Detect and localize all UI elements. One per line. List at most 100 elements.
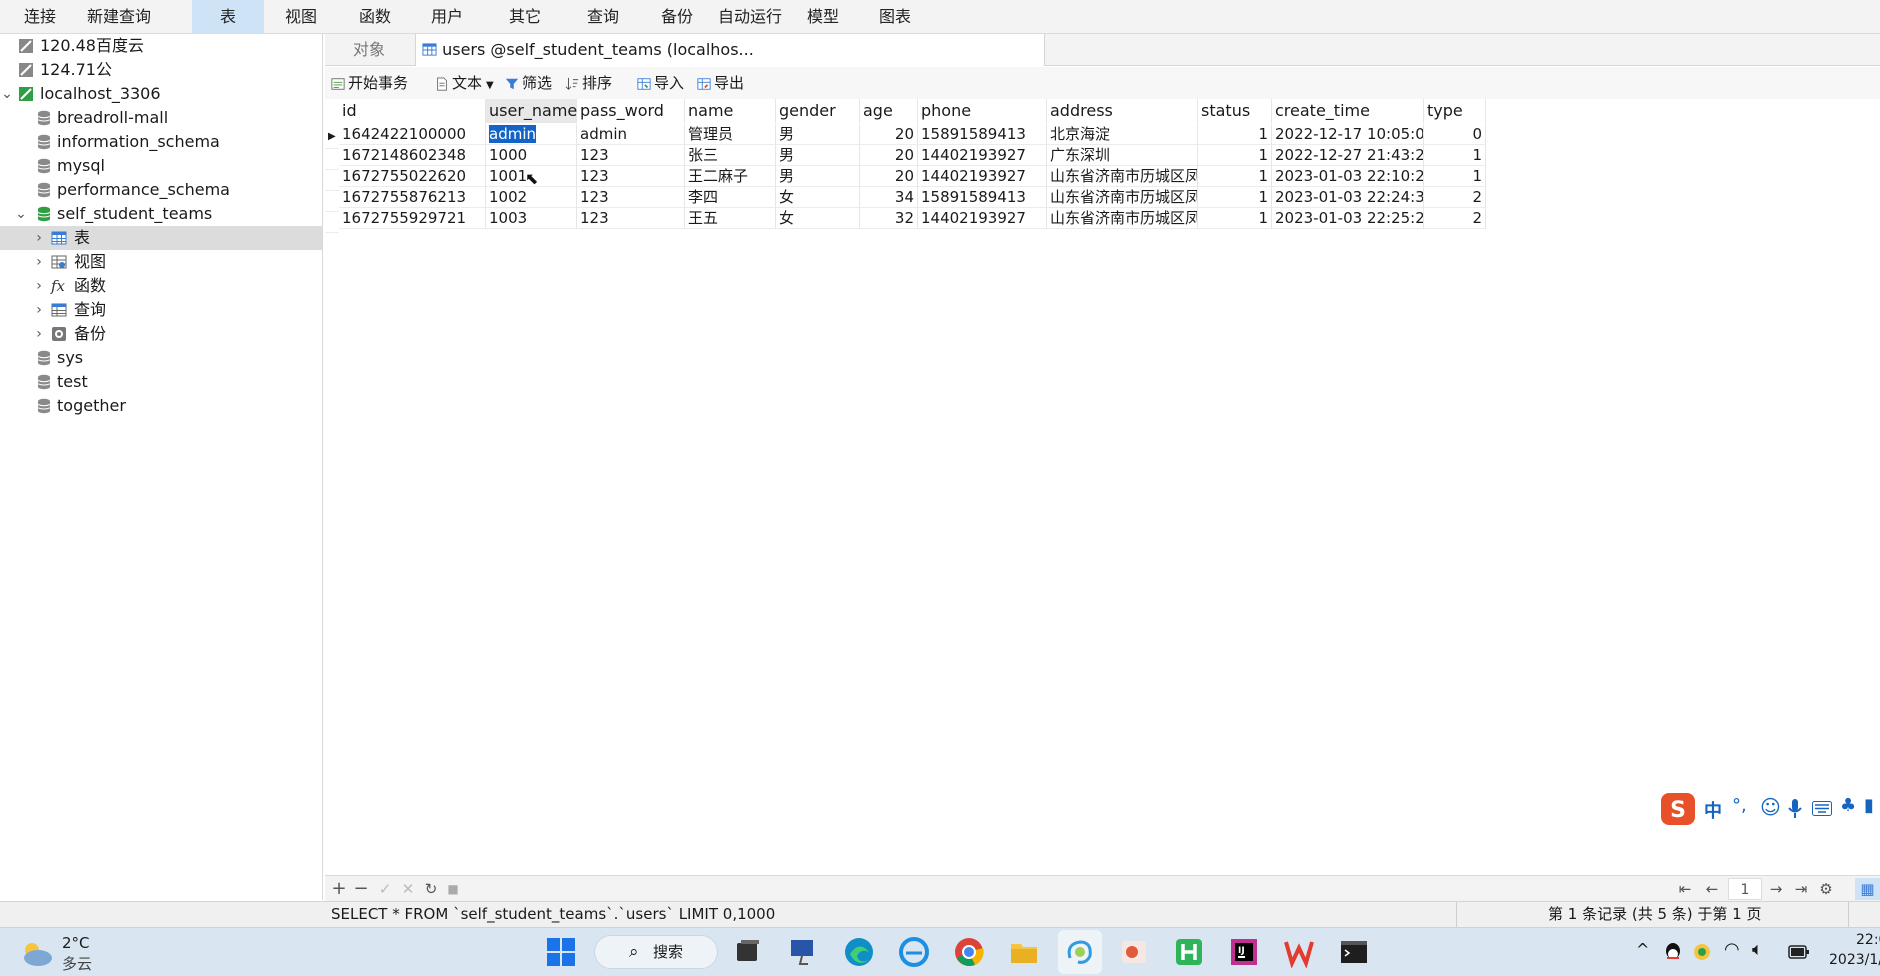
- cell-create-time[interactable]: 2023-01-03 22:25:29: [1272, 208, 1424, 229]
- cell-phone[interactable]: 14402193927: [918, 166, 1047, 187]
- cell-phone[interactable]: 14402193927: [918, 145, 1047, 166]
- column-header-pass-word[interactable]: pass_word: [577, 99, 685, 123]
- column-header-status[interactable]: status: [1198, 99, 1272, 123]
- cell-id[interactable]: 1672755022620: [339, 166, 486, 187]
- tree-db-mysql[interactable]: mysql: [0, 154, 322, 178]
- next-page-icon[interactable]: →: [1766, 878, 1786, 900]
- task-view-icon[interactable]: [732, 936, 764, 968]
- menu-functions[interactable]: 函数: [350, 0, 400, 33]
- cell-create-time[interactable]: 2022-12-17 10:05:00: [1272, 124, 1424, 145]
- cell-id[interactable]: 1672148602348: [339, 145, 486, 166]
- tree-db-performance-schema[interactable]: performance_schema: [0, 178, 322, 202]
- apply-changes-button[interactable]: ✓: [375, 878, 395, 900]
- page-number-field[interactable]: 1: [1728, 878, 1762, 900]
- cell-user-name[interactable]: 1002: [486, 187, 577, 208]
- cell-create-time[interactable]: 2023-01-03 22:24:36: [1272, 187, 1424, 208]
- cell-phone[interactable]: 15891589413: [918, 187, 1047, 208]
- tree-db-together[interactable]: together: [0, 394, 322, 418]
- menu-tables[interactable]: 表: [192, 0, 264, 33]
- cell-address[interactable]: 山东省济南市历城区凤: [1047, 187, 1198, 208]
- column-header-age[interactable]: age: [860, 99, 918, 123]
- wifi-icon[interactable]: ◠: [1724, 939, 1740, 960]
- hbuilder-icon[interactable]: [1173, 936, 1205, 968]
- taskbar-search[interactable]: ⌕ 搜索: [594, 935, 718, 969]
- cell-gender[interactable]: 男: [776, 145, 860, 166]
- ie-browser-icon[interactable]: [898, 936, 930, 968]
- cell-type[interactable]: 1: [1424, 145, 1486, 166]
- cell-phone[interactable]: 14402193927: [918, 208, 1047, 229]
- first-page-icon[interactable]: ⇤: [1675, 878, 1695, 900]
- tree-db-test[interactable]: test: [0, 370, 322, 394]
- column-header-id[interactable]: id: [339, 99, 486, 123]
- tree-db-information-schema[interactable]: information_schema: [0, 130, 322, 154]
- tree-node-backups[interactable]: › 备份: [0, 322, 322, 346]
- column-header-gender[interactable]: gender: [776, 99, 860, 123]
- cell-pass-word[interactable]: 123: [577, 166, 685, 187]
- tab-users-table[interactable]: users @self_student_teams (localhos...: [415, 34, 1045, 66]
- previous-page-icon[interactable]: ←: [1702, 878, 1722, 900]
- windows-start-icon[interactable]: [545, 936, 577, 968]
- cell-type[interactable]: 1: [1424, 166, 1486, 187]
- cell-user-name[interactable]: 1000: [486, 145, 577, 166]
- cell-create-time[interactable]: 2022-12-27 21:43:22: [1272, 145, 1424, 166]
- chevron-right-icon[interactable]: ›: [32, 274, 46, 298]
- cell-id[interactable]: 1672755876213: [339, 187, 486, 208]
- column-header-phone[interactable]: phone: [918, 99, 1047, 123]
- menu-users[interactable]: 用户: [422, 0, 472, 33]
- keyboard-icon[interactable]: [1812, 801, 1832, 816]
- refresh-button[interactable]: ↻: [421, 878, 441, 900]
- tree-connection-124[interactable]: 124.71公: [0, 58, 322, 82]
- cell-user-name[interactable]: admin: [486, 124, 577, 145]
- cell-type[interactable]: 2: [1424, 208, 1486, 229]
- menu-connect[interactable]: 连接: [16, 0, 64, 33]
- import-button[interactable]: 导入: [637, 72, 684, 94]
- column-header-create-time[interactable]: create_time: [1272, 99, 1424, 123]
- cell-name[interactable]: 管理员: [685, 124, 776, 145]
- cell-address[interactable]: 山东省济南市历城区凤: [1047, 208, 1198, 229]
- cell-gender[interactable]: 女: [776, 208, 860, 229]
- cell-pass-word[interactable]: 123: [577, 145, 685, 166]
- chrome-browser-icon[interactable]: [953, 936, 985, 968]
- tree-db-breadroll-mall[interactable]: breadroll-mall: [0, 106, 322, 130]
- terminal-icon[interactable]: [1338, 936, 1370, 968]
- column-header-type[interactable]: type: [1424, 99, 1486, 123]
- cell-name[interactable]: 张三: [685, 145, 776, 166]
- cell-age[interactable]: 20: [860, 166, 918, 187]
- menu-automation[interactable]: 自动运行: [716, 0, 784, 33]
- cell-type[interactable]: 0: [1424, 124, 1486, 145]
- text-view-button[interactable]: 文本 ▼: [435, 72, 494, 94]
- cell-status[interactable]: 1: [1198, 124, 1272, 145]
- chevron-right-icon[interactable]: ›: [32, 298, 46, 322]
- cell-status[interactable]: 1: [1198, 166, 1272, 187]
- tree-db-sys[interactable]: sys: [0, 346, 322, 370]
- menu-charts[interactable]: 图表: [870, 0, 920, 33]
- chevron-down-icon[interactable]: ⌄: [14, 202, 28, 226]
- powerpoint-icon[interactable]: [1118, 936, 1150, 968]
- cell-name[interactable]: 李四: [685, 187, 776, 208]
- chevron-up-icon[interactable]: ^: [1636, 940, 1649, 959]
- stop-button[interactable]: ■: [443, 878, 463, 900]
- navicat-icon[interactable]: [1064, 936, 1096, 968]
- grid-view-icon[interactable]: ▦: [1855, 878, 1880, 900]
- cell-gender[interactable]: 女: [776, 187, 860, 208]
- intellij-idea-icon[interactable]: IJ: [1228, 936, 1260, 968]
- cell-status[interactable]: 1: [1198, 145, 1272, 166]
- menu-new-query[interactable]: 新建查询: [80, 0, 158, 33]
- cell-status[interactable]: 1: [1198, 208, 1272, 229]
- cell-gender[interactable]: 男: [776, 166, 860, 187]
- toolbox-icon[interactable]: ▮: [1864, 795, 1874, 816]
- discard-changes-button[interactable]: ✕: [398, 878, 418, 900]
- microphone-icon[interactable]: [1788, 799, 1802, 819]
- cell-id[interactable]: 1672755929721: [339, 208, 486, 229]
- export-button[interactable]: 导出: [697, 72, 744, 94]
- battery-icon[interactable]: [1788, 943, 1810, 961]
- cell-age[interactable]: 34: [860, 187, 918, 208]
- tree-node-functions[interactable]: › fx 函数: [0, 274, 322, 298]
- tree-node-views[interactable]: › 视图: [0, 250, 322, 274]
- weather-cloud-icon[interactable]: [18, 938, 54, 968]
- wechat-icon[interactable]: [1693, 942, 1711, 962]
- tree-db-self-student-teams[interactable]: ⌄ self_student_teams: [0, 202, 322, 226]
- cell-age[interactable]: 32: [860, 208, 918, 229]
- cell-user-name[interactable]: 1003: [486, 208, 577, 229]
- delete-record-button[interactable]: −: [351, 878, 371, 900]
